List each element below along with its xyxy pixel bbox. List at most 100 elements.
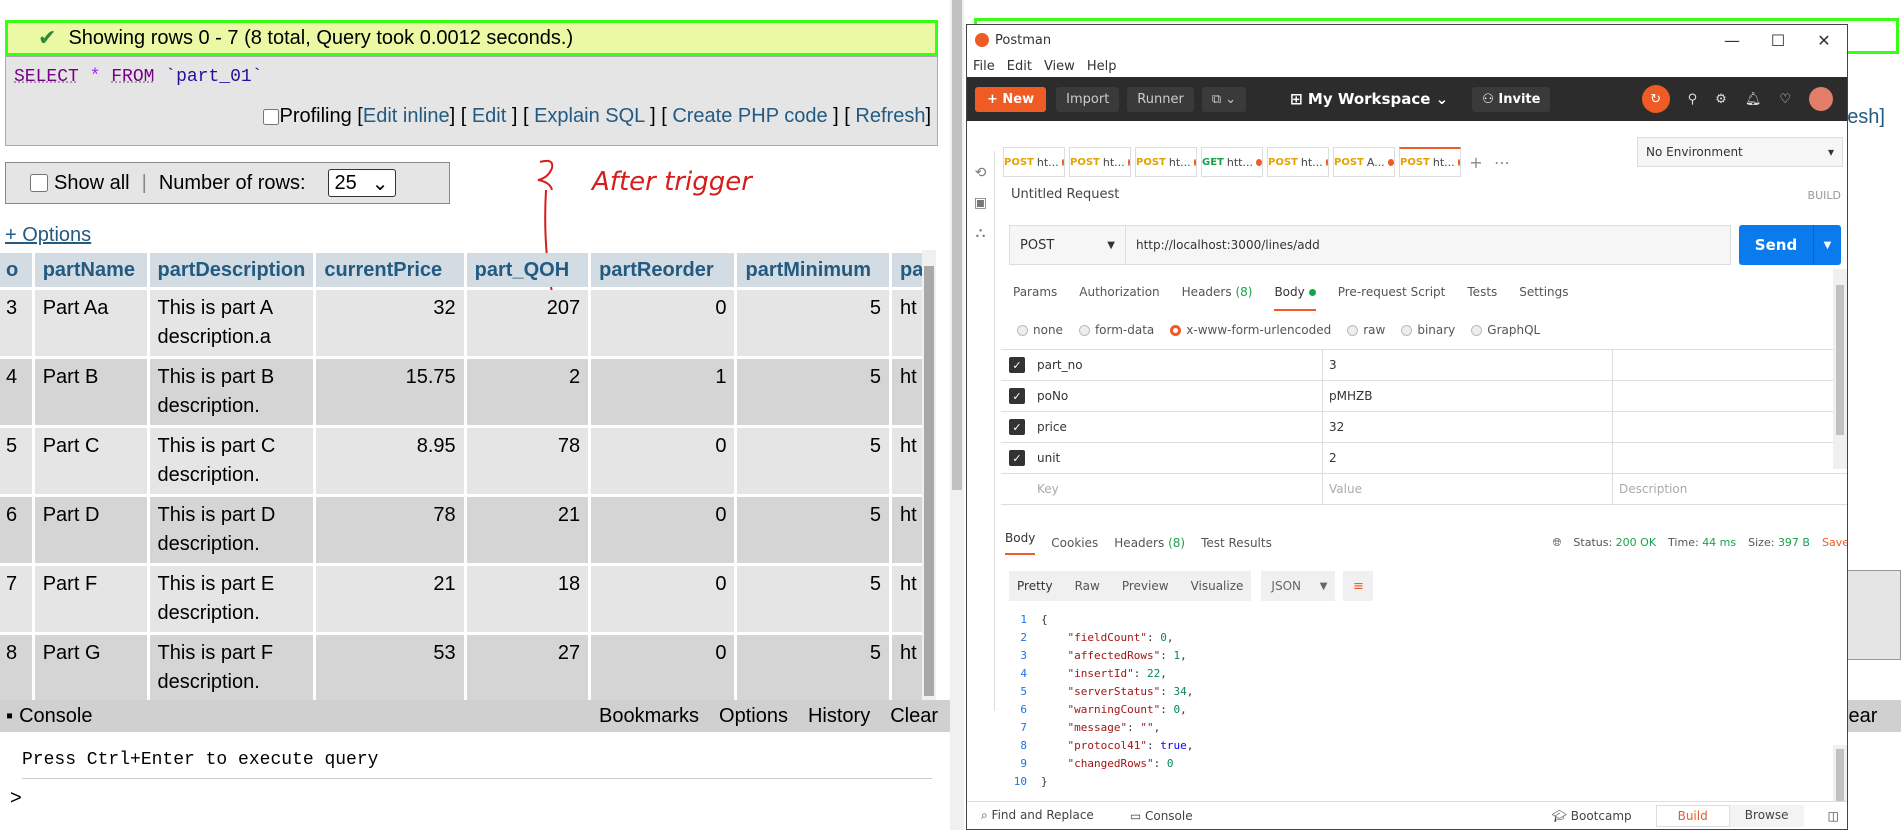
request-tab[interactable]: POST A... [1333,147,1395,177]
cell-partreorder[interactable]: 0 [591,497,735,563]
cell-partminimum[interactable]: 5 [737,359,889,425]
cell-currentprice[interactable]: 78 [316,497,464,563]
cell-partdescription[interactable]: This is part A description.a [149,290,314,356]
param-checkbox[interactable]: ✓ [1001,419,1033,435]
show-all-checkbox[interactable] [30,174,48,192]
cell-partreorder[interactable]: 1 [591,359,735,425]
globe-icon[interactable]: 🌐︎ [1553,536,1562,550]
settings-gear-icon[interactable]: ⚙ [1715,92,1727,107]
options-link[interactable]: + Options [5,224,91,247]
tab-settings[interactable]: Settings [1519,285,1568,311]
console-button[interactable]: ▭ Console [1130,809,1193,823]
tab-headers[interactable]: Headers (8) [1182,285,1253,311]
param-key[interactable]: unit [1033,443,1323,473]
table-row[interactable]: 3 Part Aa This is part A description.a 32 207… [0,290,932,356]
body-type-option[interactable]: GraphQL [1471,323,1540,337]
cell-currentprice[interactable]: 8.95 [316,428,464,494]
console-title[interactable]: Console [19,705,92,728]
col-header-part-qoh[interactable]: part_QOH [466,253,589,287]
table-row[interactable]: 8 Part G This is part Fdescription. 53 27 0 5 h… [0,635,932,700]
param-key[interactable]: poNo [1033,381,1323,411]
col-header-partname[interactable]: partName [34,253,147,287]
cell-no[interactable]: 8 [0,635,32,700]
param-checkbox[interactable]: ✓ [1001,388,1033,404]
table-row[interactable]: 6 Part D This is part Ddescription. 78 21 0 5 h… [0,497,932,563]
scrollbar-thumb[interactable] [924,266,934,696]
cell-partreorder[interactable]: 0 [591,635,735,700]
cell-partreorder[interactable]: 0 [591,290,735,356]
cell-part-qoh[interactable]: 2 [466,359,589,425]
value-placeholder[interactable]: Value [1323,474,1613,504]
collections-icon[interactable]: ▣ [967,195,994,211]
workspace-selector[interactable]: ⊞ My Workspace ⌄ [1290,90,1448,108]
user-avatar[interactable] [1809,87,1833,111]
table-row[interactable]: 7 Part F This is part Edescription. 21 18 0 5 h… [0,566,932,632]
cell-partdescription[interactable]: This is part D description. [149,497,314,563]
method-select[interactable]: POST ▼ [1010,226,1126,264]
response-tab-headers[interactable]: Headers (8) [1114,536,1185,550]
two-pane-icon[interactable]: ◫ [1828,809,1839,823]
import-button[interactable]: Import [1056,86,1120,112]
menu-help[interactable]: Help [1087,59,1117,74]
cell-partminimum[interactable]: 5 [737,635,889,700]
cell-partname[interactable]: Part C [34,428,147,494]
request-name[interactable]: Untitled Request [1011,187,1119,202]
send-button[interactable]: Send ▼ [1739,225,1841,265]
cell-partdescription[interactable]: This is part C description. [149,428,314,494]
edit-link[interactable]: Edit [472,105,506,127]
cell-part-qoh[interactable]: 207 [466,290,589,356]
satellite-icon[interactable]: ⚲ [1688,92,1698,107]
cell-partminimum[interactable]: 5 [737,497,889,563]
url-input[interactable]: http://localhost:3000/lines/add [1126,226,1320,264]
format-select[interactable]: JSON ▼ [1261,571,1336,601]
invite-button[interactable]: ⚇ Invite [1472,86,1551,112]
col-header-partminimum[interactable]: partMinimum [737,253,889,287]
view-visualize[interactable]: Visualize [1191,579,1244,593]
explain-sql-link[interactable]: Explain SQL [534,105,644,127]
request-tab[interactable]: POST ht... [1003,147,1065,177]
apis-icon[interactable]: ⛬ [967,225,994,241]
key-placeholder[interactable]: Key [1033,474,1323,504]
save-response-button[interactable]: Save [1822,536,1847,550]
col-header-partdescription[interactable]: partDescription [149,253,314,287]
cell-partdescription[interactable]: This is part F description. [149,635,314,700]
response-scrollbar[interactable] [1833,745,1847,805]
cell-no[interactable]: 4 [0,359,32,425]
scrollbar-thumb[interactable] [1836,285,1844,435]
table-row[interactable]: 5 Part C This is part Cdescription. 8.95 78 0… [0,428,932,494]
tab-body[interactable]: Body [1274,285,1316,311]
request-tab[interactable]: GET htt... [1201,147,1263,177]
cell-no[interactable]: 3 [0,290,32,356]
description-placeholder[interactable]: Description [1613,482,1687,496]
history-icon[interactable]: ⟲ [967,165,994,181]
background-refresh-link[interactable]: esh] [1847,106,1885,129]
tab-tests[interactable]: Tests [1467,285,1497,311]
param-value[interactable]: pMHZB [1323,381,1613,411]
minimize-icon[interactable]: — [1709,31,1755,50]
scrollbar-thumb[interactable] [1836,749,1844,801]
profiling-checkbox[interactable] [263,108,280,125]
menu-file[interactable]: File [973,59,995,74]
cell-currentprice[interactable]: 53 [316,635,464,700]
body-type-option[interactable]: raw [1347,323,1385,337]
request-scrollbar[interactable] [1833,269,1847,469]
create-php-code-link[interactable]: Create PHP code [672,105,827,127]
cell-no[interactable]: 5 [0,428,32,494]
cell-currentprice[interactable]: 32 [316,290,464,356]
console-options[interactable]: Options [719,705,788,728]
param-key[interactable]: part_no [1033,350,1323,380]
tab-prerequest-script[interactable]: Pre-request Script [1338,285,1446,311]
request-tab[interactable]: POST ht... [1267,147,1329,177]
param-value[interactable]: 2 [1323,443,1613,473]
environment-selector[interactable]: No Environment ▾ [1637,137,1843,167]
table-scrollbar[interactable] [922,250,936,700]
console-clear[interactable]: Clear [890,705,938,728]
param-value[interactable]: 3 [1323,350,1613,380]
cell-no[interactable]: 7 [0,566,32,632]
cell-partname[interactable]: Part Aa [34,290,147,356]
view-preview[interactable]: Preview [1122,579,1169,593]
cell-partname[interactable]: Part D [34,497,147,563]
request-tab[interactable]: POST ht... [1399,147,1461,177]
cell-part-qoh[interactable]: 27 [466,635,589,700]
col-header-partreorder[interactable]: partReorder [591,253,735,287]
